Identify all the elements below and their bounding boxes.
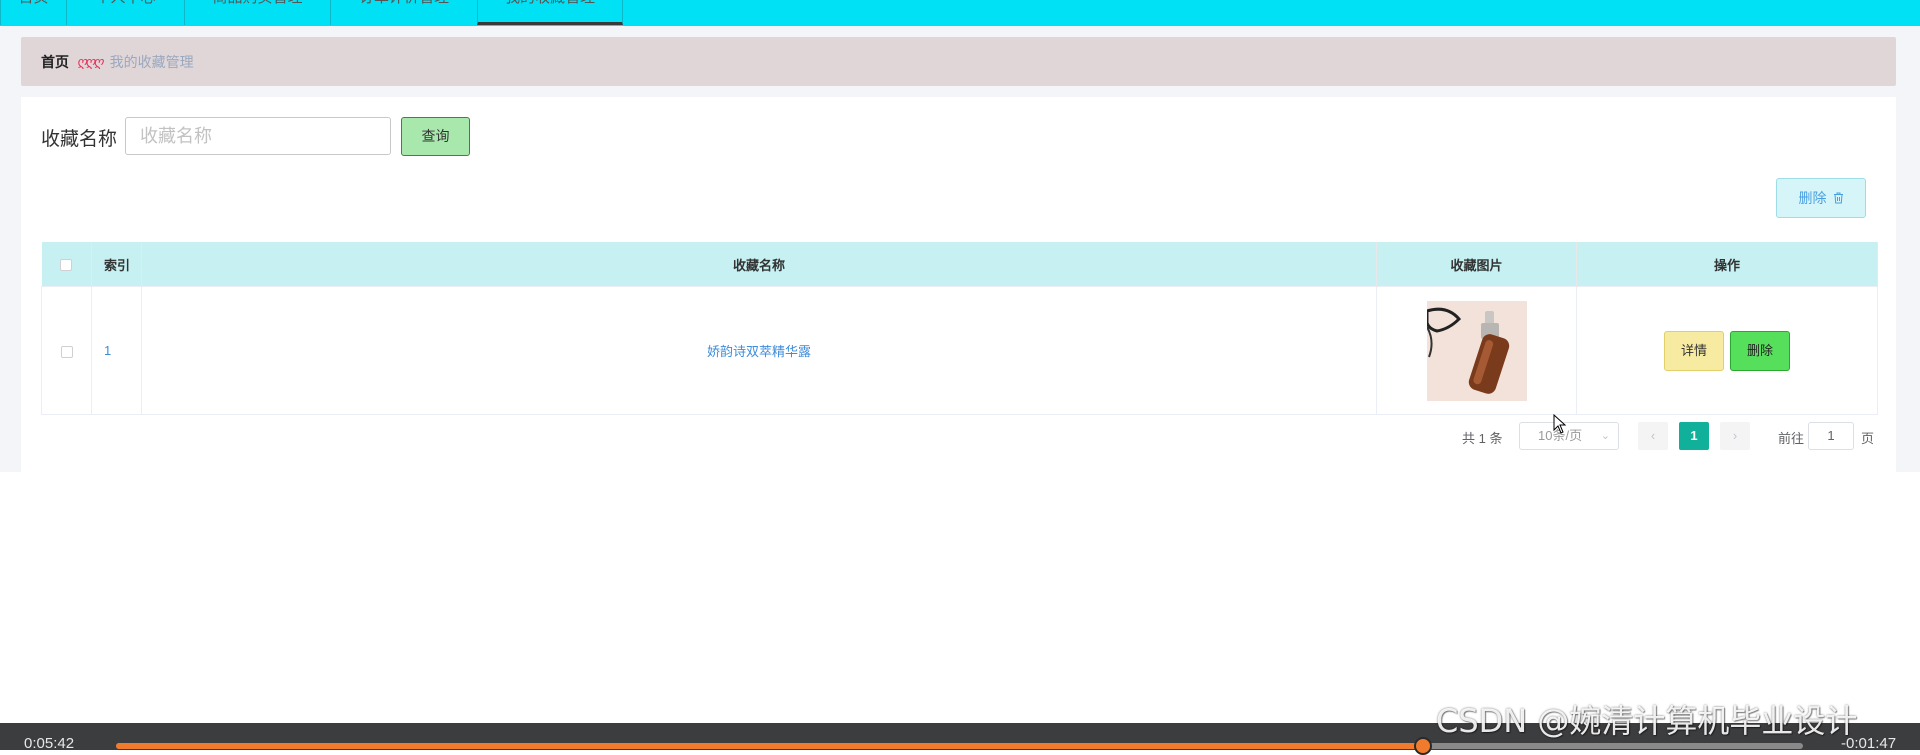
tab-review-management[interactable]: 订单评价管理 bbox=[330, 0, 477, 25]
detail-button[interactable]: 详情 bbox=[1664, 330, 1724, 371]
delete-row-button[interactable]: 删除 bbox=[1730, 330, 1790, 371]
row-name[interactable]: 娇韵诗双萃精华露 bbox=[707, 344, 811, 359]
column-header-image: 收藏图片 bbox=[1376, 242, 1577, 287]
breadcrumb-home[interactable]: 首页 bbox=[41, 52, 69, 72]
page-size-select[interactable]: 10条/页 ⌄ bbox=[1519, 422, 1619, 450]
select-all-checkbox[interactable] bbox=[60, 259, 73, 272]
favorites-table: 索引 收藏名称 收藏图片 操作 1 娇韵诗双萃精华露 详情 删除 bbox=[41, 242, 1878, 415]
product-image[interactable] bbox=[1425, 300, 1527, 401]
chevron-left-icon: ‹ bbox=[1650, 428, 1656, 443]
seek-handle[interactable] bbox=[1414, 737, 1433, 755]
row-select-cell bbox=[41, 286, 92, 415]
search-input[interactable] bbox=[125, 117, 391, 155]
next-page-button[interactable]: › bbox=[1720, 422, 1750, 450]
table-header-row: 索引 收藏名称 收藏图片 操作 bbox=[41, 242, 1878, 287]
pagination-total: 共 1 条 bbox=[1462, 431, 1503, 446]
top-nav: 首页 个人中心 商品购买管理 订单评价管理 我的收藏管理 bbox=[0, 0, 1920, 26]
tab-label: 个人中心 bbox=[67, 0, 184, 8]
search-button[interactable]: 查询 bbox=[401, 117, 470, 156]
trash-icon bbox=[1833, 192, 1844, 204]
row-index: 1 bbox=[91, 286, 142, 415]
tab-label: 我的收藏管理 bbox=[478, 0, 622, 8]
main-panel: 收藏名称 查询 删除 索引 收藏名称 收藏图片 操作 1 娇韵诗双萃精华露 bbox=[21, 97, 1896, 472]
breadcrumb-separator: ღღღ bbox=[77, 53, 104, 69]
tab-personal-center[interactable]: 个人中心 bbox=[66, 0, 184, 25]
page-number-button[interactable]: 1 bbox=[1679, 422, 1709, 450]
batch-delete-button[interactable]: 删除 bbox=[1776, 178, 1866, 218]
tab-label: 商品购买管理 bbox=[185, 0, 330, 8]
goto-page-input[interactable]: 1 bbox=[1808, 422, 1854, 450]
batch-delete-label: 删除 bbox=[1798, 190, 1827, 206]
row-image-cell bbox=[1376, 286, 1577, 415]
breadcrumb: 首页 ღღღ 我的收藏管理 bbox=[21, 37, 1896, 86]
row-index-value: 1 bbox=[104, 343, 112, 358]
goto-label: 前往 bbox=[1778, 431, 1805, 446]
chevron-right-icon: › bbox=[1732, 428, 1738, 443]
table-row: 1 娇韵诗双萃精华露 详情 删除 bbox=[41, 286, 1878, 415]
elapsed-time: 0:05:42 bbox=[24, 735, 75, 752]
breadcrumb-current: 我的收藏管理 bbox=[109, 53, 194, 70]
search-label: 收藏名称 bbox=[41, 129, 118, 150]
seek-progress bbox=[116, 743, 1424, 749]
chevron-down-icon: ⌄ bbox=[1600, 430, 1610, 442]
seek-bar[interactable] bbox=[116, 737, 1803, 755]
row-actions-cell: 详情 删除 bbox=[1576, 286, 1878, 415]
column-header-name: 收藏名称 bbox=[141, 242, 1377, 287]
mouse-cursor-icon bbox=[1553, 413, 1567, 439]
pagination: 共 1 条 10条/页 ⌄ ‹ 1 › 前往 1 页 bbox=[21, 422, 1896, 450]
prev-page-button[interactable]: ‹ bbox=[1638, 422, 1668, 450]
row-checkbox[interactable] bbox=[60, 345, 73, 358]
select-all-cell bbox=[41, 242, 92, 287]
watermark: CSDN @婉清计算机毕业设计 bbox=[1436, 702, 1858, 740]
column-header-actions: 操作 bbox=[1576, 242, 1878, 287]
row-name-cell: 娇韵诗双萃精华露 bbox=[141, 286, 1377, 415]
tab-favorites-management[interactable]: 我的收藏管理 bbox=[477, 0, 623, 25]
column-header-index: 索引 bbox=[91, 242, 142, 287]
tab-label: 订单评价管理 bbox=[331, 0, 477, 8]
tab-label: 首页 bbox=[1, 0, 66, 8]
goto-unit: 页 bbox=[1861, 431, 1875, 446]
tab-home[interactable]: 首页 bbox=[0, 0, 66, 25]
tab-purchase-management[interactable]: 商品购买管理 bbox=[184, 0, 330, 25]
